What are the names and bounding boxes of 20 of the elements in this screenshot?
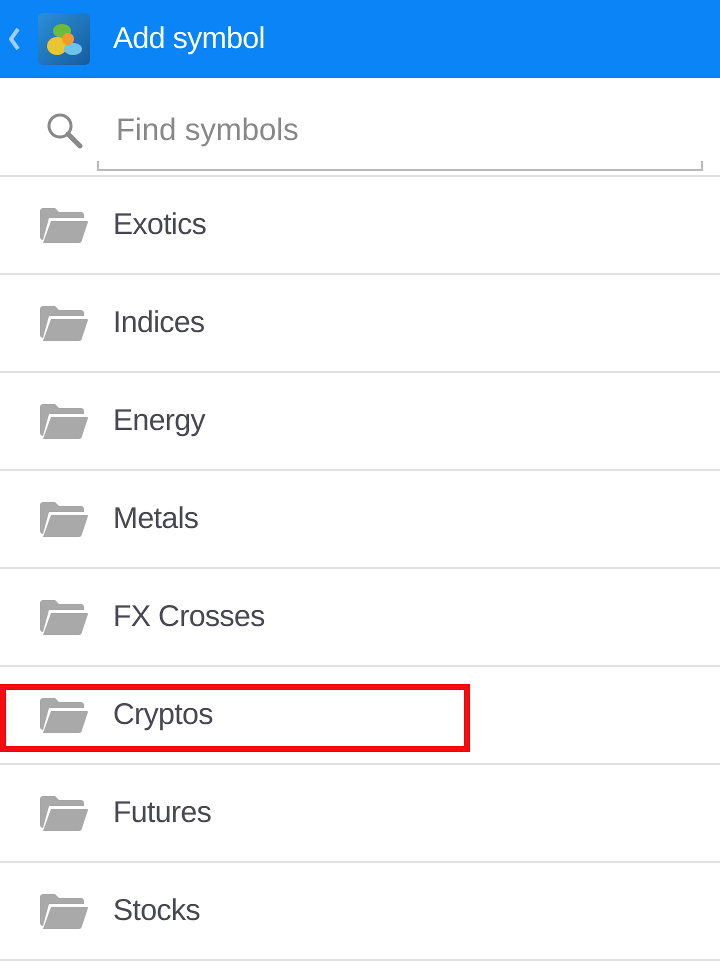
folder-icon bbox=[40, 698, 88, 732]
category-row[interactable]: Futures bbox=[0, 765, 720, 863]
app-icon[interactable] bbox=[38, 13, 90, 65]
category-row[interactable]: Indices bbox=[0, 275, 720, 373]
category-row[interactable]: Cryptos bbox=[0, 667, 720, 765]
category-row[interactable]: Stocks bbox=[0, 863, 720, 961]
back-icon[interactable] bbox=[8, 28, 20, 50]
category-row[interactable]: FX Crosses bbox=[0, 569, 720, 667]
folder-icon bbox=[40, 502, 88, 536]
category-row[interactable]: Energy bbox=[0, 373, 720, 471]
category-row[interactable]: Exotics bbox=[0, 177, 720, 275]
folder-icon bbox=[40, 600, 88, 634]
folder-icon bbox=[40, 208, 88, 242]
screen-title: Add symbol bbox=[113, 21, 265, 57]
folder-icon bbox=[40, 796, 88, 830]
folder-icon bbox=[40, 894, 88, 928]
category-row[interactable]: Metals bbox=[0, 471, 720, 569]
folder-icon bbox=[40, 404, 88, 438]
search-icon bbox=[45, 111, 83, 149]
folder-icon bbox=[40, 306, 88, 340]
